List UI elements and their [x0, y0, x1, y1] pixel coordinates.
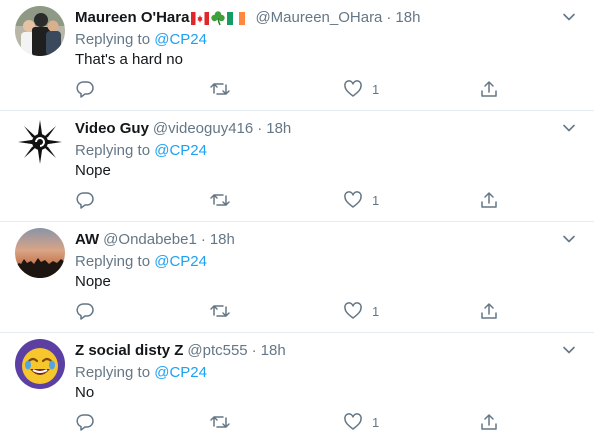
tweet-actions: 1 — [75, 78, 505, 100]
mention-link[interactable]: @CP24 — [154, 253, 207, 270]
display-name[interactable]: Z social disty Z — [75, 341, 183, 361]
heart-icon — [344, 191, 362, 208]
heart-icon — [344, 80, 362, 97]
separator-dot: · — [257, 120, 263, 137]
chevron-down-icon — [563, 346, 575, 354]
replying-to: Replying to @CP24 — [75, 252, 207, 272]
reply-icon — [76, 303, 94, 320]
reply-button[interactable] — [75, 411, 95, 433]
share-icon — [481, 192, 497, 208]
mention-link[interactable]: @CP24 — [154, 364, 207, 381]
replying-to-label: Replying to — [75, 364, 155, 381]
share-button[interactable] — [479, 300, 499, 322]
reply-button[interactable] — [75, 78, 95, 100]
display-name[interactable]: Maureen O'Hara — [75, 8, 189, 28]
display-name[interactable]: Video Guy — [75, 119, 149, 139]
reply-button[interactable] — [75, 189, 95, 211]
tweet-reply[interactable]: Video Guy @videoguy416 · 18h Replying to… — [0, 111, 594, 222]
like-count: 1 — [372, 81, 380, 97]
user-handle[interactable]: @videoguy416 — [153, 119, 253, 139]
avatar[interactable] — [15, 6, 65, 56]
tweet-text: That's a hard no — [75, 51, 183, 68]
more-options-button[interactable] — [562, 121, 576, 135]
mention-link[interactable]: @CP24 — [154, 142, 207, 159]
ireland-flag-icon — [227, 11, 246, 25]
chevron-down-icon — [563, 124, 575, 132]
like-button[interactable]: 1 — [343, 189, 379, 211]
retweet-icon — [210, 416, 230, 428]
timestamp[interactable]: 18h — [395, 8, 420, 28]
user-handle[interactable]: @Maureen_OHara — [255, 8, 382, 28]
tweet-reply[interactable]: AW @Ondabebe1 · 18h Replying to @CP24 No… — [0, 222, 594, 333]
user-handle[interactable]: @Ondabebe1 — [103, 230, 197, 250]
reply-button[interactable] — [75, 300, 95, 322]
share-icon — [481, 81, 497, 97]
share-button[interactable] — [479, 189, 499, 211]
display-name[interactable]: AW — [75, 230, 99, 250]
timestamp[interactable]: 18h — [210, 230, 235, 250]
chevron-down-icon — [563, 235, 575, 243]
share-icon — [481, 414, 497, 430]
retweet-icon — [210, 194, 230, 206]
like-count: 1 — [372, 303, 380, 319]
tweet-reply[interactable]: Maureen O'Hara @Maureen_OHara · 18h Repl… — [0, 0, 594, 111]
separator-dot: · — [200, 231, 206, 248]
like-count: 1 — [372, 414, 380, 430]
avatar[interactable] — [15, 339, 65, 389]
more-options-button[interactable] — [562, 232, 576, 246]
tweet-actions: 1 — [75, 411, 505, 433]
replying-to: Replying to @CP24 — [75, 30, 207, 50]
separator-dot: · — [386, 9, 392, 26]
avatar[interactable] — [15, 117, 65, 167]
share-button[interactable] — [479, 78, 499, 100]
tweet-actions: 1 — [75, 300, 505, 322]
canada-flag-icon — [191, 11, 210, 25]
reply-icon — [76, 192, 94, 209]
tweet-reply[interactable]: Z social disty Z @ptc555 · 18h Replying … — [0, 333, 594, 439]
user-handle[interactable]: @ptc555 — [187, 341, 247, 361]
timestamp[interactable]: 18h — [261, 341, 286, 361]
share-icon — [481, 303, 497, 319]
like-button[interactable]: 1 — [343, 78, 379, 100]
replying-to-label: Replying to — [75, 253, 155, 270]
retweet-button[interactable] — [209, 411, 231, 433]
timestamp[interactable]: 18h — [266, 119, 291, 139]
more-options-button[interactable] — [562, 10, 576, 24]
heart-icon — [344, 302, 362, 319]
more-options-button[interactable] — [562, 343, 576, 357]
retweet-button[interactable] — [209, 78, 231, 100]
avatar[interactable] — [15, 228, 65, 278]
reply-icon — [76, 414, 94, 431]
retweet-icon — [210, 83, 230, 95]
tweet-text: Nope — [75, 273, 111, 290]
replying-to-label: Replying to — [75, 142, 155, 159]
reply-icon — [76, 81, 94, 98]
like-button[interactable]: 1 — [343, 300, 379, 322]
tweet-actions: 1 — [75, 189, 505, 211]
separator-dot: · — [251, 342, 257, 359]
retweet-button[interactable] — [209, 189, 231, 211]
replying-to-label: Replying to — [75, 31, 155, 48]
tweet-text: No — [75, 384, 95, 401]
retweet-icon — [210, 305, 230, 317]
retweet-button[interactable] — [209, 300, 231, 322]
name-emoji-group — [190, 10, 246, 26]
heart-icon — [344, 413, 362, 430]
share-button[interactable] — [479, 411, 499, 433]
tweet-text: Nope — [75, 162, 111, 179]
like-count: 1 — [372, 192, 380, 208]
chevron-down-icon — [563, 13, 575, 21]
replying-to: Replying to @CP24 — [75, 363, 207, 383]
shamrock-icon — [211, 11, 226, 26]
replying-to: Replying to @CP24 — [75, 141, 207, 161]
mention-link[interactable]: @CP24 — [154, 31, 207, 48]
like-button[interactable]: 1 — [343, 411, 379, 433]
